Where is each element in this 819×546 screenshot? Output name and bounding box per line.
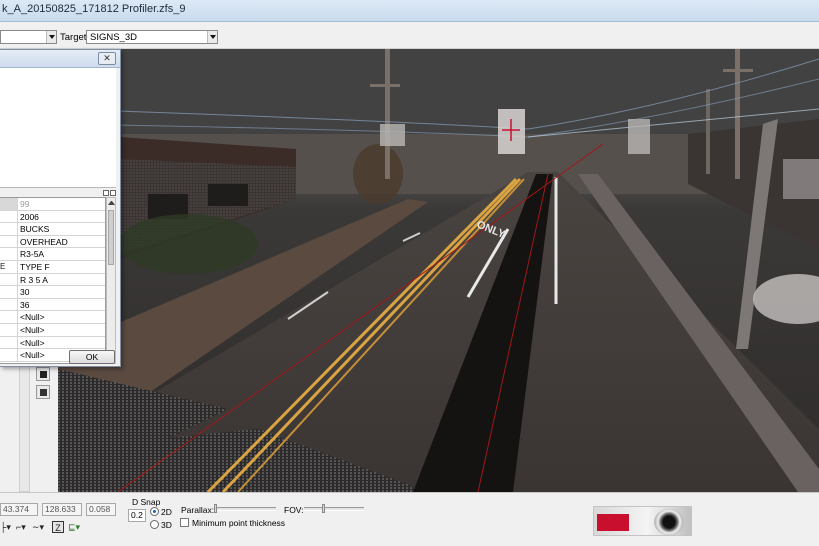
row-value: 30: [17, 286, 105, 299]
scanner-lens-icon: [654, 509, 684, 535]
row-key: [0, 274, 17, 286]
scroll-thumb[interactable]: [108, 210, 114, 265]
row-key: [0, 299, 17, 311]
row-key: [0, 236, 17, 248]
table-row[interactable]: R 3 5 A: [0, 273, 105, 287]
coord-y-field[interactable]: 128.633: [42, 503, 82, 516]
row-key: E: [0, 261, 6, 271]
row-value: TYPE F: [17, 260, 105, 273]
fov-slider-thumb[interactable]: [322, 504, 325, 513]
row-value: 36: [17, 298, 105, 311]
parallax-label: Parallax:: [181, 505, 215, 515]
target-layer-value: SIGNS_3D: [90, 32, 137, 43]
source-layer-combo[interactable]: [0, 30, 57, 44]
close-icon[interactable]: ✕: [98, 52, 116, 65]
title-bar: k_A_20150825_171812 Profiler.zfs_9: [0, 0, 819, 22]
curve-tool-icon[interactable]: ∼▾: [32, 521, 44, 533]
leica-mark-icon: [597, 514, 629, 531]
coord-z-field[interactable]: 0.058: [86, 503, 116, 516]
table-row[interactable]: 30: [0, 286, 105, 299]
flag-icon[interactable]: ⌐▾: [16, 521, 26, 533]
parallax-slider-thumb[interactable]: [214, 504, 217, 513]
row-value: <Null>: [17, 323, 105, 336]
row-value: R3-5A: [17, 248, 105, 261]
grid-scrollbar[interactable]: [106, 197, 116, 364]
row-key: [0, 337, 17, 349]
row-value: 99: [17, 198, 105, 210]
row-key: [0, 286, 17, 298]
flag-green-icon[interactable]: ⊑▾: [68, 521, 80, 533]
table-row[interactable]: OVERHEAD: [0, 235, 105, 249]
row-value: <Null>: [17, 311, 105, 324]
row-key: [0, 349, 17, 361]
point-cloud-scene: ONLY: [58, 49, 819, 492]
table-row[interactable]: 2006: [0, 210, 105, 224]
bottom-panel: 43.374 128.633 0.058 D Snap 0.2 2D 3D Pa…: [0, 492, 819, 546]
toolbar: Target: SIGNS_3D: [0, 22, 819, 49]
ok-button[interactable]: OK: [69, 350, 115, 364]
row-value: R 3 5 A: [17, 273, 105, 286]
dialog-title-bar: ✕: [0, 50, 120, 68]
row-value: 2006: [17, 210, 105, 223]
row-value: OVERHEAD: [17, 235, 105, 248]
dsnap-value-field[interactable]: 0.2: [128, 509, 146, 522]
row-value: BUCKS: [17, 223, 105, 236]
chevron-down-icon[interactable]: [46, 31, 56, 43]
min-point-thickness-label: Minimum point thickness: [192, 518, 286, 528]
row-key: [0, 248, 17, 260]
parallax-slider[interactable]: [214, 504, 276, 513]
row-key: [0, 311, 17, 323]
table-row[interactable]: E TYPE F: [0, 260, 105, 274]
left-panel-scrollbar[interactable]: [19, 365, 30, 492]
table-row[interactable]: <Null>: [0, 323, 105, 337]
dsnap-label: D Snap: [132, 497, 161, 507]
mode-2d-radio[interactable]: [150, 507, 159, 516]
point-cloud-viewport[interactable]: ONLY: [58, 49, 819, 492]
row-value: <Null>: [17, 336, 105, 349]
fov-label: FOV:: [284, 505, 304, 515]
grid-expand-icon[interactable]: [103, 190, 109, 196]
mode-3d-label: 3D: [161, 520, 172, 530]
attribute-dialog: ✕ 99 2006 BUCKS OVERHEAD R3-5A E TYPE F R…: [0, 49, 121, 367]
scroll-up-icon[interactable]: [108, 201, 115, 205]
row-key: [0, 223, 17, 235]
row-key: [0, 198, 17, 210]
chevron-down-icon[interactable]: [207, 31, 217, 43]
row-key: [0, 211, 17, 223]
leica-logo: [593, 506, 692, 536]
table-row[interactable]: <Null>: [0, 311, 105, 324]
table-row[interactable]: 36: [0, 298, 105, 312]
polyline-tool-icon[interactable]: ├▾: [0, 521, 11, 533]
coord-x-field[interactable]: 43.374: [0, 503, 38, 516]
table-row[interactable]: R3-5A: [0, 248, 105, 261]
row-key: [0, 324, 17, 336]
table-row[interactable]: <Null>: [0, 336, 105, 350]
snap-z-icon[interactable]: Z: [52, 521, 64, 533]
grid-header-controls: [103, 190, 117, 197]
table-row[interactable]: BUCKS: [0, 223, 105, 236]
min-point-thickness-checkbox[interactable]: [180, 518, 189, 527]
save-icon[interactable]: [36, 385, 50, 399]
target-layer-combo[interactable]: SIGNS_3D: [86, 30, 218, 44]
target-label: Target:: [60, 32, 90, 43]
window-title: k_A_20150825_171812 Profiler.zfs_9: [2, 3, 186, 15]
mode-2d-label: 2D: [161, 507, 172, 517]
fov-slider[interactable]: [304, 504, 364, 513]
table-row[interactable]: 99: [0, 198, 105, 211]
attribute-grid: 99 2006 BUCKS OVERHEAD R3-5A E TYPE F R 3…: [0, 197, 106, 364]
dialog-notes-area[interactable]: [0, 68, 116, 188]
mode-3d-radio[interactable]: [150, 520, 159, 529]
record-icon[interactable]: [36, 367, 50, 381]
grid-collapse-icon[interactable]: [110, 190, 116, 196]
